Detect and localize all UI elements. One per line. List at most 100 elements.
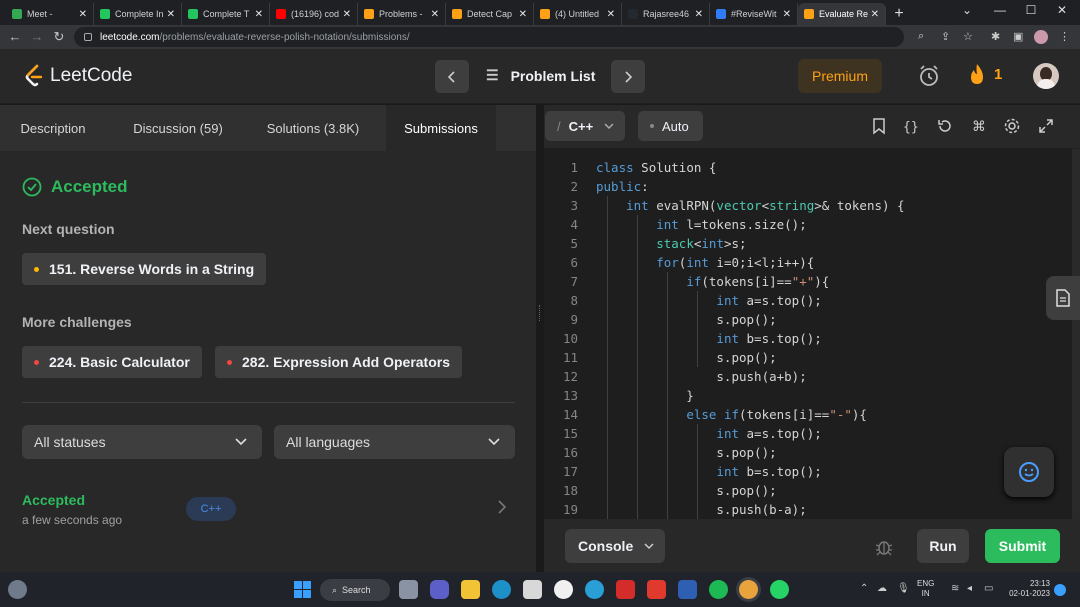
chrome-icon[interactable] xyxy=(739,580,758,599)
close-tab-icon[interactable]: ✕ xyxy=(607,9,615,20)
close-tab-icon[interactable]: ✕ xyxy=(783,9,791,20)
code-line[interactable]: 6 for(int i=0;i<l;i++){ xyxy=(544,253,1080,272)
chat-app-icon[interactable] xyxy=(430,580,449,599)
browser-tab[interactable]: Rajasree46 ✕ xyxy=(622,3,710,25)
settings-gear-icon[interactable] xyxy=(1003,117,1021,135)
challenge-chip[interactable]: 282. Expression Add Operators xyxy=(215,346,462,378)
reload-icon[interactable]: ↻ xyxy=(50,29,68,45)
tab-discussion[interactable]: Discussion (59) xyxy=(120,105,236,151)
browser-menu-icon[interactable]: ⋮ xyxy=(1059,30,1070,43)
alarm-clock-icon[interactable] xyxy=(917,64,941,88)
run-button[interactable]: Run xyxy=(917,529,969,563)
code-line[interactable]: 4 int l=tokens.size(); xyxy=(544,215,1080,234)
wifi-icon[interactable]: ≋ xyxy=(951,583,959,594)
office-icon[interactable] xyxy=(647,580,666,599)
browser-tab[interactable]: Detect Cap ✕ xyxy=(446,3,534,25)
streak-counter[interactable]: 1 xyxy=(968,63,1002,85)
code-line[interactable]: 14 else if(tokens[i]=="-"){ xyxy=(544,405,1080,424)
notification-badge[interactable] xyxy=(1054,584,1066,596)
tab-solutions[interactable]: Solutions (3.8K) xyxy=(252,105,374,151)
autocomplete-mode-button[interactable]: Auto xyxy=(638,111,703,141)
code-line[interactable]: 13 } xyxy=(544,386,1080,405)
volume-icon[interactable]: ◂ xyxy=(967,583,972,594)
clock[interactable]: 23:13 02-01-2023 xyxy=(1004,579,1050,599)
app-icon[interactable] xyxy=(678,580,697,599)
browser-tab[interactable]: Complete In ✕ xyxy=(94,3,182,25)
bookmark-star-icon[interactable]: ☆ xyxy=(963,30,973,43)
close-tab-icon[interactable]: ✕ xyxy=(519,9,527,20)
mcafee-icon[interactable] xyxy=(616,580,635,599)
zoom-icon[interactable]: ⌕ xyxy=(918,30,924,43)
browser-tab[interactable]: Complete T ✕ xyxy=(182,3,270,25)
shortcuts-command-icon[interactable]: ⌘ xyxy=(970,117,988,135)
side-panel-icon[interactable]: ▣ xyxy=(1013,30,1023,43)
back-arrow-icon[interactable]: ← xyxy=(6,29,24,44)
browser-tab[interactable]: Evaluate Re ✕ xyxy=(798,3,886,25)
notes-panel-tab[interactable] xyxy=(1046,276,1080,320)
code-line[interactable]: 1 class Solution { xyxy=(544,158,1080,177)
share-icon[interactable]: ⇪ xyxy=(941,30,950,43)
browser-tab[interactable]: (4) Untitled ✕ xyxy=(534,3,622,25)
code-line[interactable]: 17 int b=s.top(); xyxy=(544,462,1080,481)
weather-icon[interactable] xyxy=(8,580,27,599)
code-line[interactable]: 9 s.pop(); xyxy=(544,310,1080,329)
problem-list-button[interactable]: ☰ Problem List xyxy=(486,67,595,84)
code-line[interactable]: 12 s.push(a+b); xyxy=(544,367,1080,386)
submission-status[interactable]: Accepted xyxy=(22,492,85,508)
chat-button[interactable] xyxy=(1004,447,1054,497)
tray-overflow-icon[interactable]: ⌃ xyxy=(860,583,868,594)
cloud-icon[interactable]: ☁ xyxy=(877,583,887,594)
language-select[interactable]: / C++ xyxy=(545,111,625,141)
panel-splitter[interactable] xyxy=(536,105,544,572)
taskbar-search[interactable]: ⌕ Search xyxy=(320,579,390,601)
format-braces-icon[interactable]: {} xyxy=(902,117,920,135)
url-field[interactable]: leetcode.com/problems/evaluate-reverse-p… xyxy=(74,27,904,47)
code-line[interactable]: 2 public: xyxy=(544,177,1080,196)
microphone-icon[interactable]: 🎙 xyxy=(897,583,910,594)
close-tab-icon[interactable]: ✕ xyxy=(431,9,439,20)
language-indicator[interactable]: ENG IN xyxy=(917,579,934,599)
status-filter-select[interactable]: All statuses xyxy=(22,425,262,459)
code-line[interactable]: 15 int a=s.top(); xyxy=(544,424,1080,443)
close-tab-icon[interactable]: ✕ xyxy=(871,9,879,20)
task-view-icon[interactable] xyxy=(399,580,418,599)
user-avatar[interactable] xyxy=(1033,63,1059,89)
code-line[interactable]: 16 s.pop(); xyxy=(544,443,1080,462)
next-problem-button[interactable] xyxy=(611,60,645,93)
browser-tab[interactable]: Problems - ✕ xyxy=(358,3,446,25)
submit-button[interactable]: Submit xyxy=(985,529,1060,563)
bookmark-icon[interactable] xyxy=(870,117,888,135)
tab-description[interactable]: Description xyxy=(0,105,106,151)
tab-search-icon[interactable]: ⌄ xyxy=(952,3,982,17)
edge-icon[interactable] xyxy=(492,580,511,599)
app-icon[interactable] xyxy=(585,580,604,599)
fullscreen-icon[interactable] xyxy=(1037,117,1055,135)
challenge-chip[interactable]: 224. Basic Calculator xyxy=(22,346,202,378)
code-line[interactable]: 10 int b=s.top(); xyxy=(544,329,1080,348)
next-question-chip[interactable]: 151. Reverse Words in a String xyxy=(22,253,267,285)
maximize-button[interactable]: ☐ xyxy=(1016,3,1046,17)
reset-icon[interactable] xyxy=(936,117,954,135)
spotify-icon[interactable] xyxy=(709,580,728,599)
code-line[interactable]: 3 int evalRPN(vector<string>& tokens) { xyxy=(544,196,1080,215)
code-line[interactable]: 19 s.push(b-a); xyxy=(544,500,1080,519)
profile-avatar[interactable] xyxy=(1034,30,1048,44)
code-line[interactable]: 11 s.pop(); xyxy=(544,348,1080,367)
close-tab-icon[interactable]: ✕ xyxy=(343,9,351,20)
new-tab-button[interactable]: + xyxy=(886,3,912,25)
battery-icon[interactable]: ▭ xyxy=(984,583,993,594)
code-line[interactable]: 5 stack<int>s; xyxy=(544,234,1080,253)
browser-tab[interactable]: #ReviseWit ✕ xyxy=(710,3,798,25)
github-icon[interactable] xyxy=(554,580,573,599)
premium-button[interactable]: Premium xyxy=(798,59,882,93)
prev-problem-button[interactable] xyxy=(435,60,469,93)
extensions-icon[interactable]: ✱ xyxy=(991,30,1000,43)
forward-arrow-icon[interactable]: → xyxy=(28,29,46,44)
code-line[interactable]: 8 int a=s.top(); xyxy=(544,291,1080,310)
close-tab-icon[interactable]: ✕ xyxy=(255,9,263,20)
tab-submissions[interactable]: Submissions xyxy=(386,105,496,151)
store-icon[interactable] xyxy=(523,580,542,599)
browser-tab[interactable]: (16196) cod ✕ xyxy=(270,3,358,25)
minimize-button[interactable]: — xyxy=(985,3,1015,17)
chevron-right-icon[interactable] xyxy=(496,498,508,516)
